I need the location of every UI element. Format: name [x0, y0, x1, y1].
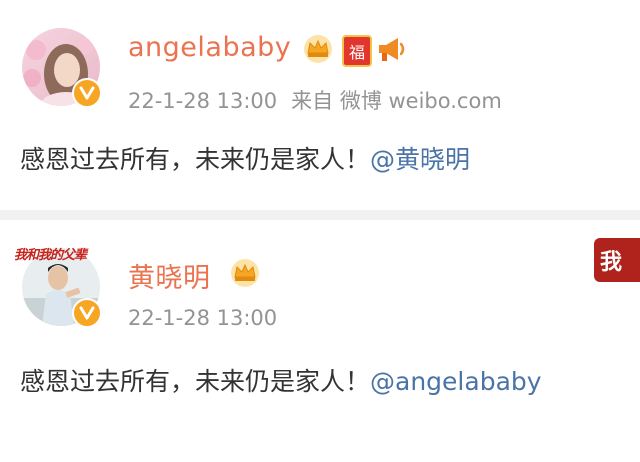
post-text: 感恩过去所有，未来仍是家人！@黄晓明: [20, 140, 470, 176]
username[interactable]: angelababy: [128, 32, 291, 63]
post-source[interactable]: 来自 微博 weibo.com: [291, 89, 502, 113]
crown-icon[interactable]: [303, 34, 333, 64]
post-time[interactable]: 22-1-28 13:00: [128, 89, 277, 113]
crown-icon[interactable]: [230, 258, 260, 288]
post-meta: 22-1-28 13:00: [128, 306, 291, 330]
verified-icon: [72, 298, 102, 328]
post-meta: 22-1-28 13:00 来自 微博 weibo.com: [128, 85, 516, 115]
avatar-banner: 我和我的父辈: [14, 248, 87, 263]
mention-link[interactable]: @angelababy: [370, 367, 542, 396]
weibo-post-huangxiaoming: 我 我和我的父辈 黄晓明 22-1-28 13:00 感恩过去所有，未来仍是家人…: [0, 220, 640, 462]
megaphone-icon[interactable]: [376, 34, 408, 64]
verified-icon: [72, 78, 102, 108]
fu-badge-icon[interactable]: 福: [342, 35, 372, 67]
post-body: 感恩过去所有，未来仍是家人！: [20, 145, 371, 174]
corner-banner[interactable]: 我: [594, 238, 640, 282]
avatar-angelababy[interactable]: [22, 28, 102, 108]
username[interactable]: 黄晓明: [128, 256, 211, 295]
weibo-post-angelababy: angelababy 福 22-1-28 13:00 来自 微博 weibo.co…: [0, 0, 640, 210]
post-text: 感恩过去所有，未来仍是家人！@angelababy: [20, 362, 542, 398]
post-time[interactable]: 22-1-28 13:00: [128, 306, 277, 330]
mention-link[interactable]: @黄晓明: [370, 145, 470, 174]
post-body: 感恩过去所有，未来仍是家人！: [20, 367, 371, 396]
